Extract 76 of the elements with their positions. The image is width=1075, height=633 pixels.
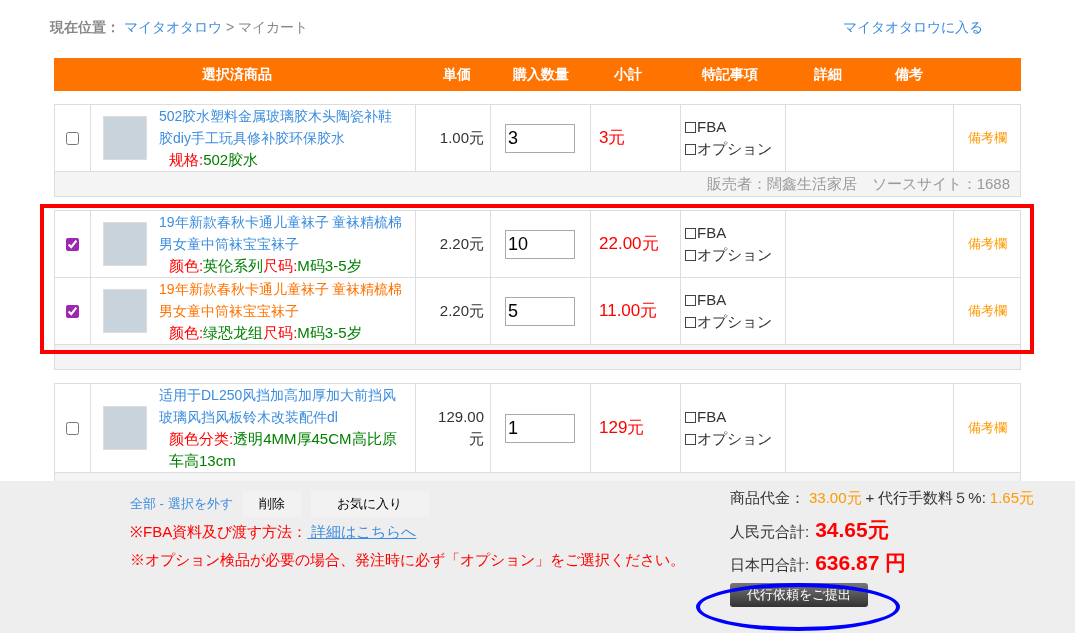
product-title[interactable]: 502胶水塑料金属玻璃胶木头陶瓷补鞋胶diy手工玩具修补胶环保胶水 [159, 105, 404, 149]
product-spec: 规格:502胶水 [168, 150, 260, 170]
remark-link[interactable]: 備考欄 [967, 128, 1007, 148]
plus-sign: + [865, 488, 875, 508]
quantity-field[interactable]: 5 [505, 296, 575, 326]
checkbox[interactable] [685, 227, 696, 239]
column-header: 購入数量 [513, 66, 569, 82]
unit-price: 2.20元 [438, 300, 484, 321]
top-link[interactable]: マイタオタロウに入る [843, 16, 983, 38]
option-label: オプション [697, 245, 772, 265]
column-header: 詳細 [814, 66, 842, 82]
option-label: FBA [697, 407, 727, 427]
note-text: ※オプション検品が必要の場合、発注時に必ず「オプション」をご選択ください。 [130, 550, 686, 570]
product-spec: 颜色分类:透明4MM厚45CM高比原车高13cm [168, 429, 398, 471]
checkbox[interactable] [685, 411, 696, 423]
checkbox[interactable] [685, 249, 696, 261]
product-spec: 颜色:绿恐龙组尺码:M码3-5岁 [168, 323, 363, 343]
checkbox[interactable] [685, 294, 696, 306]
jpy-total-label: 日本円合計: [730, 555, 810, 575]
breadcrumb-link[interactable]: マイタオタロウ [124, 16, 222, 38]
row-checkbox[interactable] [66, 304, 79, 318]
photo-placeholder [103, 116, 147, 160]
option-label: FBA [697, 117, 727, 137]
quantity-field[interactable]: 1 [505, 413, 575, 443]
goods-label: 商品代金： [730, 488, 805, 508]
details-link[interactable]: 詳細はこちらへ [307, 523, 417, 540]
product-title[interactable]: 19年新款春秋卡通儿童袜子 童袜精梳棉男女童中筒袜宝宝袜子 [159, 211, 404, 255]
row-checkbox[interactable] [66, 131, 79, 145]
row-checkbox[interactable] [66, 421, 79, 435]
subtotal: 22.00元 [599, 233, 659, 256]
remark-link[interactable]: 備考欄 [967, 301, 1007, 321]
option-label: FBA [697, 290, 727, 310]
action-button[interactable]: 削除 [242, 491, 301, 517]
row-checkbox[interactable] [66, 237, 79, 251]
option-label: オプション [697, 312, 772, 332]
action-button[interactable]: お気に入り [310, 491, 429, 517]
product-title[interactable]: 19年新款春秋卡通儿童袜子 童袜精梳棉男女童中筒袜宝宝袜子 [159, 278, 404, 322]
breadcrumb-current: マイカート [238, 17, 309, 37]
remark-link[interactable]: 備考欄 [967, 418, 1007, 438]
fee-label: 代行手数料５%: [878, 488, 986, 508]
rmb-total-amount: 34.65元 [815, 516, 889, 543]
subtotal: 129元 [599, 417, 645, 440]
column-header: 選択済商品 [202, 66, 272, 82]
breadcrumb-label: 現在位置： [50, 17, 120, 37]
photo-placeholder [103, 222, 147, 266]
checkbox[interactable] [685, 316, 696, 328]
unit-price: 1.00元 [438, 127, 484, 148]
jpy-total-amount: 636.87 円 [815, 550, 907, 576]
seller-info: 販売者：闊鑫生活家居 ソースサイト：1688 [706, 173, 1010, 194]
unit-price: 2.20元 [438, 233, 484, 254]
remark-link[interactable]: 備考欄 [967, 234, 1007, 254]
column-header: 小計 [614, 66, 642, 82]
breadcrumb-separator: > [226, 17, 235, 37]
goods-amount: 33.00元 [809, 488, 862, 508]
checkbox[interactable] [685, 143, 696, 155]
select-all-link[interactable]: 全部 - 選択を外す [130, 494, 233, 514]
checkbox[interactable] [685, 433, 696, 445]
fee-amount: 1.65元 [989, 488, 1035, 508]
column-header: 単価 [443, 66, 471, 82]
option-label: オプション [697, 429, 772, 449]
product-spec: 颜色:英伦系列尺码:M码3-5岁 [168, 256, 363, 276]
product-title[interactable]: 适用于DL250风挡加高加厚加大前挡风玻璃风挡风板铃木改装配件dl [159, 384, 404, 428]
quantity-field[interactable]: 10 [505, 229, 575, 259]
rmb-total-label: 人民元合計: [730, 521, 810, 542]
note-text: ※FBA資料及び渡す方法： 詳細はこちらへ [130, 522, 418, 542]
column-header: 備考 [895, 66, 923, 82]
photo-placeholder [103, 406, 147, 450]
subtotal: 3元 [599, 127, 626, 150]
option-label: FBA [697, 223, 727, 243]
option-label: オプション [697, 139, 772, 159]
column-header: 特記事項 [702, 66, 758, 82]
subtotal: 11.00元 [599, 300, 658, 323]
photo-placeholder [103, 289, 147, 333]
quantity-field[interactable]: 3 [505, 123, 575, 153]
unit-price: 129.00元 [437, 406, 484, 449]
checkbox[interactable] [685, 121, 696, 133]
